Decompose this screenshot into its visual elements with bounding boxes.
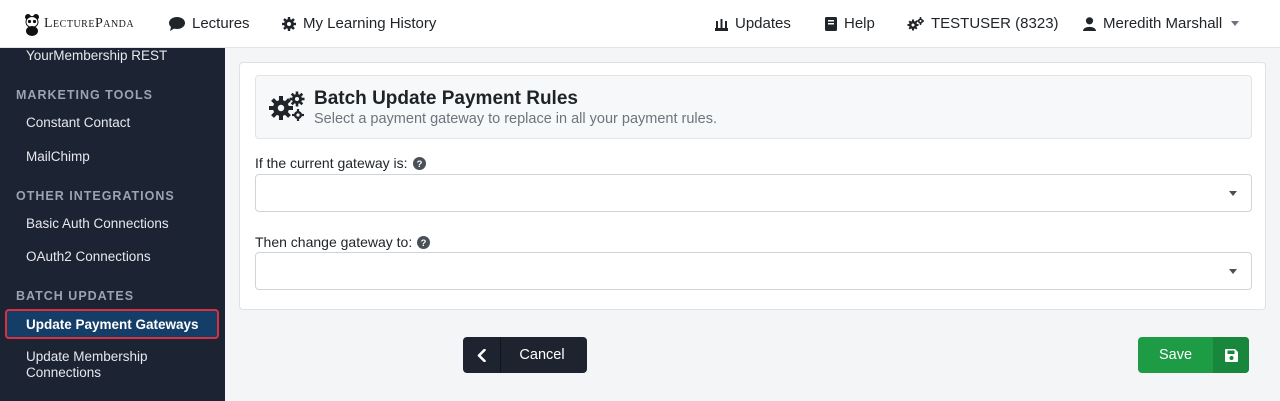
page-title: Batch Update Payment Rules [314, 88, 578, 109]
chevron-down-icon [1231, 21, 1240, 26]
chevron-down-icon [1229, 191, 1237, 196]
save-button[interactable]: Save [1138, 337, 1249, 373]
sidebar-item-mailchimp[interactable]: MailChimp [26, 149, 90, 164]
nav-user-label: Meredith Marshall [1103, 15, 1223, 32]
brand-logo[interactable]: LecturePanda [24, 12, 144, 36]
user-icon [1083, 16, 1096, 31]
new-gateway-label: Then change gateway to: ? [255, 234, 431, 250]
nav-lectures-label: Lectures [192, 15, 250, 32]
nav-help-label: Help [844, 15, 875, 32]
cancel-button[interactable]: Cancel [463, 337, 587, 373]
sidebar-item-oauth2-connections[interactable]: OAuth2 Connections [26, 249, 151, 264]
chevron-down-icon [1229, 269, 1237, 274]
page-subtitle: Select a payment gateway to replace in a… [314, 111, 717, 127]
floppy-disk-icon [1213, 337, 1249, 373]
nav-updates-label: Updates [735, 15, 791, 32]
sidebar-section-other-integrations: OTHER INTEGRATIONS [16, 189, 175, 203]
top-navbar: LecturePanda Lectures My Learning Histor… [0, 0, 1280, 48]
sidebar-item-update-payment-gateways[interactable]: Update Payment Gateways [5, 309, 219, 339]
gears-icon [907, 16, 924, 30]
sidebar-item-basic-auth-connections[interactable]: Basic Auth Connections [26, 216, 169, 231]
nav-learning-history-label: My Learning History [303, 15, 437, 32]
gear-icon [282, 16, 296, 31]
sidebar-section-batch-updates: BATCH UPDATES [16, 289, 135, 303]
question-circle-icon[interactable]: ? [417, 235, 431, 249]
nav-lectures[interactable]: Lectures [169, 15, 250, 32]
sidebar-item-constant-contact[interactable]: Constant Contact [26, 115, 130, 130]
save-button-label: Save [1158, 347, 1193, 363]
nav-updates[interactable]: Updates [715, 15, 791, 32]
question-circle-icon[interactable]: ? [412, 156, 426, 170]
cancel-button-label: Cancel [519, 347, 565, 363]
nav-user-menu[interactable]: Meredith Marshall [1083, 15, 1240, 32]
nav-help[interactable]: Help [825, 15, 875, 32]
batch-update-card: Batch Update Payment Rules Select a paym… [239, 62, 1266, 310]
sidebar: YourMembership REST MARKETING TOOLS Cons… [0, 48, 225, 401]
sync-icon [715, 18, 728, 31]
sidebar-section-marketing-tools: MARKETING TOOLS [16, 88, 153, 102]
sidebar-item-update-membership-connections[interactable]: Update Membership Connections [26, 349, 176, 381]
svg-text:?: ? [421, 238, 427, 249]
nav-account-switcher[interactable]: TESTUSER (8323) [907, 15, 1059, 32]
new-gateway-select[interactable] [255, 252, 1252, 290]
current-gateway-select[interactable] [255, 174, 1252, 212]
new-gateway-label-text: Then change gateway to: [255, 234, 413, 250]
chevron-left-icon [463, 337, 501, 373]
book-icon [825, 16, 837, 31]
svg-text:?: ? [416, 159, 422, 170]
brand-name: LecturePanda [44, 15, 135, 31]
panda-logo-icon [25, 13, 39, 36]
nav-learning-history[interactable]: My Learning History [282, 15, 436, 32]
sidebar-item-yourmembership-rest[interactable]: YourMembership REST [26, 48, 167, 63]
gears-icon [269, 91, 305, 121]
nav-account-label: TESTUSER (8323) [931, 15, 1059, 32]
card-header: Batch Update Payment Rules Select a paym… [255, 75, 1252, 139]
comment-icon [169, 16, 185, 31]
current-gateway-label-text: If the current gateway is: [255, 155, 408, 171]
current-gateway-label: If the current gateway is: ? [255, 155, 426, 171]
